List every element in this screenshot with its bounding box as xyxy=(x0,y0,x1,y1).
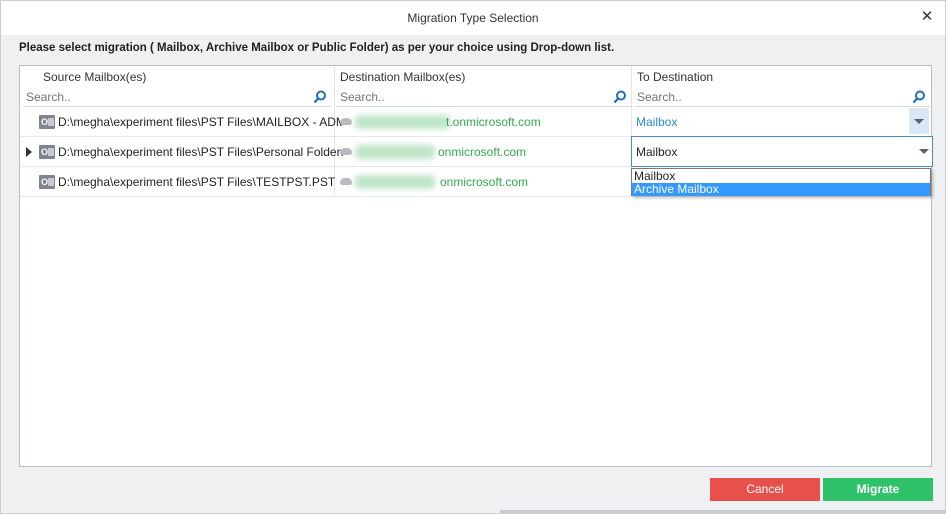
to-destination-search-input[interactable] xyxy=(634,88,912,106)
to-destination-combobox[interactable]: Mailbox xyxy=(631,136,933,167)
source-path: D:\megha\experiment files\PST Files\MAIL… xyxy=(58,115,343,129)
to-destination-value[interactable]: Mailbox xyxy=(636,115,677,129)
to-destination-search xyxy=(634,88,930,107)
migrate-button[interactable]: Migrate xyxy=(823,478,933,501)
pst-file-icon: O xyxy=(39,115,55,129)
header-source: Source Mailbox(es) xyxy=(43,70,147,84)
destination-email: t.onmicrosoft.com xyxy=(446,115,541,129)
search-icon[interactable] xyxy=(313,90,327,104)
cancel-button[interactable]: Cancel xyxy=(710,478,820,501)
cloud-icon xyxy=(340,118,352,125)
cloud-icon xyxy=(340,178,352,185)
combobox-value: Mailbox xyxy=(636,145,678,159)
source-search-input[interactable] xyxy=(23,88,313,106)
header-destination: Destination Mailbox(es) xyxy=(340,70,466,84)
dropdown-button[interactable] xyxy=(909,108,929,134)
dropdown-option-archive-mailbox[interactable]: Archive Mailbox xyxy=(632,183,930,196)
search-icon[interactable] xyxy=(912,90,926,104)
row-expander-icon[interactable] xyxy=(26,147,32,157)
source-search xyxy=(23,88,331,107)
table-row[interactable]: O D:\megha\experiment files\PST Files\MA… xyxy=(20,107,931,137)
destination-email: onmicrosoft.com xyxy=(438,145,527,159)
redacted-email xyxy=(355,175,435,189)
window-title: Migration Type Selection xyxy=(407,11,539,25)
title-bar: Migration Type Selection ✕ xyxy=(1,1,945,35)
redacted-email xyxy=(355,145,435,159)
destination-email: onmicrosoft.com xyxy=(440,175,529,189)
header-to-destination: To Destination xyxy=(637,70,714,84)
instruction-text: Please select migration ( Mailbox, Archi… xyxy=(19,42,615,54)
dropdown-list: Mailbox Archive Mailbox xyxy=(631,168,931,196)
source-path: D:\megha\experiment files\PST Files\Pers… xyxy=(58,145,343,159)
cloud-icon xyxy=(340,148,352,155)
dialog-window: Migration Type Selection ✕ Please select… xyxy=(0,0,946,514)
bottom-edge xyxy=(500,510,946,513)
close-icon[interactable]: ✕ xyxy=(919,9,935,25)
redacted-email xyxy=(355,115,450,129)
pst-file-icon: O xyxy=(39,145,55,159)
search-icon[interactable] xyxy=(613,90,627,104)
chevron-down-icon xyxy=(914,119,924,124)
pst-file-icon: O xyxy=(39,175,55,189)
source-path: D:\megha\experiment files\PST Files\TEST… xyxy=(58,175,336,189)
destination-search-input[interactable] xyxy=(337,88,612,106)
mailbox-grid: Source Mailbox(es) Destination Mailbox(e… xyxy=(19,65,933,467)
destination-search xyxy=(337,88,631,107)
chevron-down-icon[interactable] xyxy=(919,149,929,154)
